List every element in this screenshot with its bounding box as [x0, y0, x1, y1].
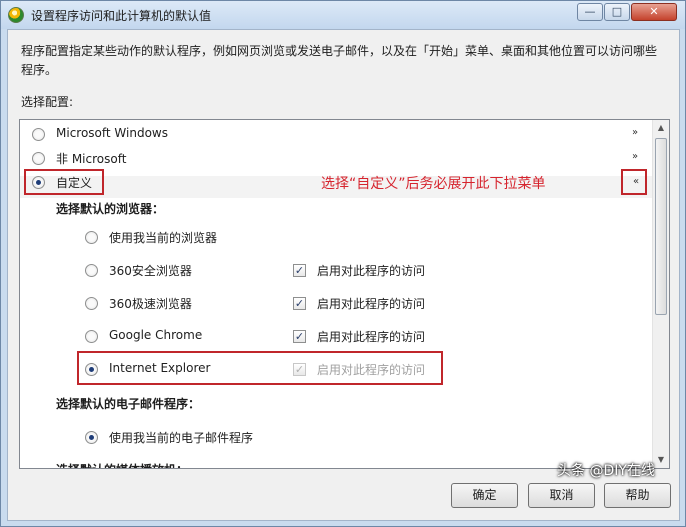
program-access-icon [8, 7, 24, 23]
email-heading: 选择默认的电子邮件程序： [56, 397, 201, 411]
browser-label-360chrome[interactable]: 360极速浏览器 [109, 295, 192, 312]
dialog-window: 设置程序访问和此计算机的默认值 — □ ✕ 程序配置指定某些动作的默认程序，例如… [0, 0, 686, 527]
window-title: 设置程序访问和此计算机的默认值 [31, 9, 212, 23]
help-button[interactable]: 帮助 [604, 483, 671, 508]
annotation-box-ie [77, 351, 443, 385]
scroll-thumb[interactable] [655, 138, 667, 315]
browser-label-current[interactable]: 使用我当前的浏览器 [109, 229, 217, 246]
config-list-content: Microsoft Windows » 非 Microsoft » 自定义 « … [20, 120, 653, 468]
browser-radio-current[interactable] [85, 231, 98, 244]
scroll-up-icon[interactable]: ▲ [653, 120, 669, 136]
access-label-360se[interactable]: 启用对此程序的访问 [317, 262, 425, 279]
browser-radio-360se[interactable] [85, 264, 98, 277]
annotation-box-expander [621, 169, 647, 195]
email-label-current[interactable]: 使用我当前的电子邮件程序 [109, 429, 253, 446]
email-radio-current[interactable] [85, 431, 98, 444]
close-button[interactable]: ✕ [631, 3, 677, 21]
access-label-360chrome[interactable]: 启用对此程序的访问 [317, 295, 425, 312]
title-bar[interactable]: 设置程序访问和此计算机的默认值 — □ ✕ [1, 1, 685, 29]
ok-button[interactable]: 确定 [451, 483, 518, 508]
config-list: Microsoft Windows » 非 Microsoft » 自定义 « … [19, 119, 670, 469]
dialog-body: 程序配置指定某些动作的默认程序，例如网页浏览或发送电子邮件，以及在「开始」菜单、… [7, 29, 680, 521]
access-checkbox-chrome[interactable]: ✓ [293, 330, 306, 343]
maximize-button[interactable]: □ [604, 3, 630, 21]
media-heading: 选择默认的媒体播放机： [56, 461, 188, 468]
config-radio-non-microsoft[interactable] [32, 152, 45, 165]
annotation-box-custom [24, 169, 104, 195]
watermark: 头条 @DIY在线 [557, 463, 655, 479]
annotation-text: 选择“自定义”后务必展开此下拉菜单 [321, 176, 546, 192]
access-checkbox-360se[interactable]: ✓ [293, 264, 306, 277]
config-label-non-microsoft[interactable]: 非 Microsoft [56, 150, 126, 167]
browser-label-360se[interactable]: 360安全浏览器 [109, 262, 192, 279]
select-config-label: 选择配置: [21, 95, 74, 109]
minimize-button[interactable]: — [577, 3, 603, 21]
chevron-double-down-icon[interactable]: » [628, 150, 642, 164]
browser-radio-chrome[interactable] [85, 330, 98, 343]
browser-heading: 选择默认的浏览器： [56, 202, 165, 216]
browser-label-chrome[interactable]: Google Chrome [109, 328, 202, 342]
chevron-double-down-icon[interactable]: » [628, 126, 642, 140]
description-text: 程序配置指定某些动作的默认程序，例如网页浏览或发送电子邮件，以及在「开始」菜单、… [21, 44, 658, 77]
config-radio-microsoft-windows[interactable] [32, 128, 45, 141]
access-label-chrome[interactable]: 启用对此程序的访问 [317, 328, 425, 345]
scroll-down-icon[interactable]: ▼ [653, 452, 669, 468]
vertical-scrollbar[interactable]: ▲ ▼ [652, 120, 669, 468]
cancel-button[interactable]: 取消 [528, 483, 595, 508]
browser-radio-360chrome[interactable] [85, 297, 98, 310]
access-checkbox-360chrome[interactable]: ✓ [293, 297, 306, 310]
config-label-microsoft-windows[interactable]: Microsoft Windows [56, 126, 168, 140]
